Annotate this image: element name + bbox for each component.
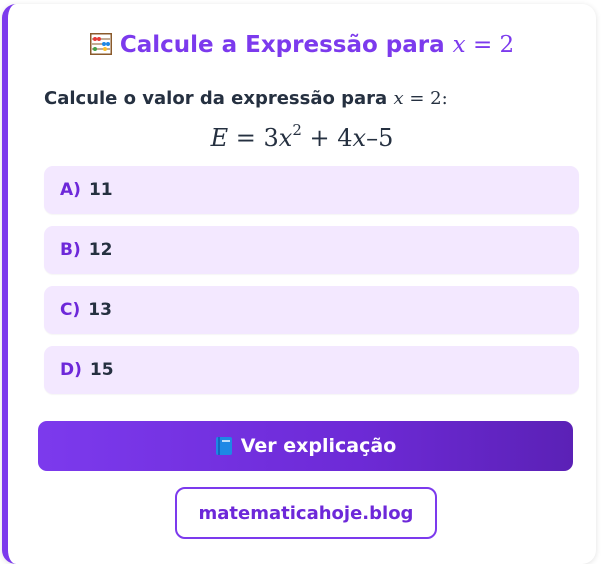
explain-label: Ver explicação <box>240 435 397 457</box>
title-text: Calcule a Expressão para <box>119 32 445 58</box>
option-letter: A) <box>60 180 81 200</box>
formula-exponent: 2 <box>292 121 302 139</box>
title-math: x = 2 <box>453 32 515 58</box>
option-value: 13 <box>88 300 112 320</box>
option-letter: D) <box>60 360 82 380</box>
question-eq: = 2: <box>409 88 448 109</box>
formula-lhs: E <box>210 124 229 152</box>
option-letter: C) <box>60 300 81 320</box>
formula-eq: = 3 <box>235 124 279 152</box>
site-link[interactable]: matematicahoje.blog <box>175 487 437 539</box>
question-label: Calcule o valor da expressão para <box>44 88 388 109</box>
abacus-icon <box>89 33 112 55</box>
question-math: x = 2: <box>393 88 447 109</box>
question-var: x <box>393 88 404 109</box>
option-d[interactable]: D) 15 <box>44 346 579 394</box>
option-value: 11 <box>88 180 113 200</box>
site-link-label: matematicahoje.blog <box>198 502 414 524</box>
option-value: 12 <box>88 240 113 260</box>
title-var: x <box>452 32 466 58</box>
option-b[interactable]: B) 12 <box>44 226 579 274</box>
formula-var2: x <box>352 124 367 152</box>
option-value: 15 <box>89 360 114 380</box>
option-a[interactable]: A) 11 <box>44 166 579 214</box>
formula-var1: x <box>278 124 293 152</box>
formula-plus: + 4 <box>309 124 353 152</box>
formula-tail: –5 <box>366 124 394 152</box>
show-explanation-button[interactable]: Ver explicação <box>38 421 573 471</box>
option-c[interactable]: C) 13 <box>44 286 579 334</box>
title-eq: = 2 <box>472 32 515 58</box>
expression-formula: E = 3x2 + 4x–5 <box>8 121 596 153</box>
question-text: Calcule o valor da expressão para x = 2: <box>44 88 448 109</box>
quiz-card: Calcule a Expressão para x = 2 Calcule o… <box>2 4 596 564</box>
option-letter: B) <box>60 240 81 260</box>
quiz-title: Calcule a Expressão para x = 2 <box>8 32 596 58</box>
book-icon <box>215 437 232 455</box>
